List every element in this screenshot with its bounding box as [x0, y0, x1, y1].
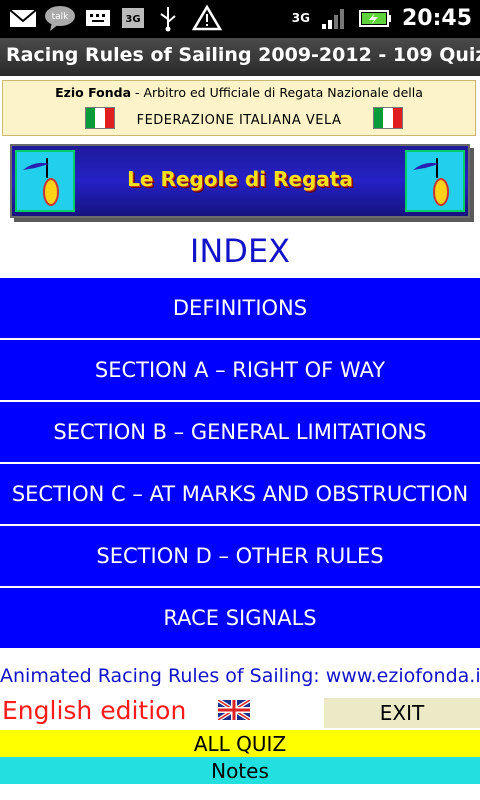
author-role: - Arbitro ed Ufficiale di Regata Naziona… — [131, 85, 423, 100]
section-c-button[interactable]: SECTION C – AT MARKS AND OBSTRUCTION — [0, 464, 480, 526]
author-banner-box: Ezio Fonda - Arbitro ed Ufficiale di Reg… — [2, 80, 476, 136]
logo-banner: Le Regole di Regata — [10, 144, 470, 218]
3g-icon: 3G — [120, 4, 148, 32]
clock: 20:45 — [401, 5, 472, 31]
status-bar: talk 3G 3G 20:45 — [0, 0, 480, 38]
race-signals-button[interactable]: RACE SIGNALS — [0, 588, 480, 650]
app-title-bar: Racing Rules of Sailing 2009-2012 - 109 … — [0, 38, 480, 76]
federation-name: FEDERAZIONE ITALIANA VELA — [136, 113, 342, 128]
signal-icon — [320, 4, 348, 32]
index-menu: DEFINITIONS SECTION A – RIGHT OF WAY SEC… — [0, 278, 480, 650]
website-link[interactable]: Animated Racing Rules of Sailing: www.ez… — [0, 665, 480, 687]
email-icon — [8, 4, 37, 32]
english-edition-label: English edition — [2, 696, 187, 725]
all-quiz-button[interactable]: ALL QUIZ — [0, 730, 480, 757]
author-banner: Ezio Fonda - Arbitro ed Ufficiale di Reg… — [0, 76, 480, 138]
italian-flag-icon — [373, 107, 403, 129]
keyboard-icon — [84, 4, 112, 32]
section-b-button[interactable]: SECTION B – GENERAL LIMITATIONS — [0, 402, 480, 464]
svg-text:3G: 3G — [125, 14, 140, 25]
sailboat-icon — [405, 150, 465, 212]
notes-button[interactable]: Notes — [0, 757, 480, 784]
exit-button[interactable]: EXIT — [324, 698, 480, 728]
talk-icon: talk — [44, 4, 76, 32]
uk-flag-icon[interactable] — [216, 698, 252, 722]
usb-icon — [156, 4, 184, 32]
app-title: Racing Rules of Sailing 2009-2012 - 109 … — [6, 44, 480, 66]
section-a-button[interactable]: SECTION A – RIGHT OF WAY — [0, 340, 480, 402]
svg-text:talk: talk — [52, 12, 70, 22]
section-d-button[interactable]: SECTION D – OTHER RULES — [0, 526, 480, 588]
network-3g-label: 3G — [291, 11, 310, 25]
logo-title: Le Regole di Regata — [127, 167, 353, 191]
battery-icon — [358, 4, 392, 32]
definitions-button[interactable]: DEFINITIONS — [0, 278, 480, 340]
logo-banner-area: Le Regole di Regata — [0, 138, 480, 226]
warning-icon — [191, 4, 223, 32]
index-title: INDEX — [189, 232, 291, 270]
author-line: Ezio Fonda - Arbitro ed Ufficiale di Reg… — [3, 85, 475, 100]
author-name: Ezio Fonda — [55, 85, 132, 100]
